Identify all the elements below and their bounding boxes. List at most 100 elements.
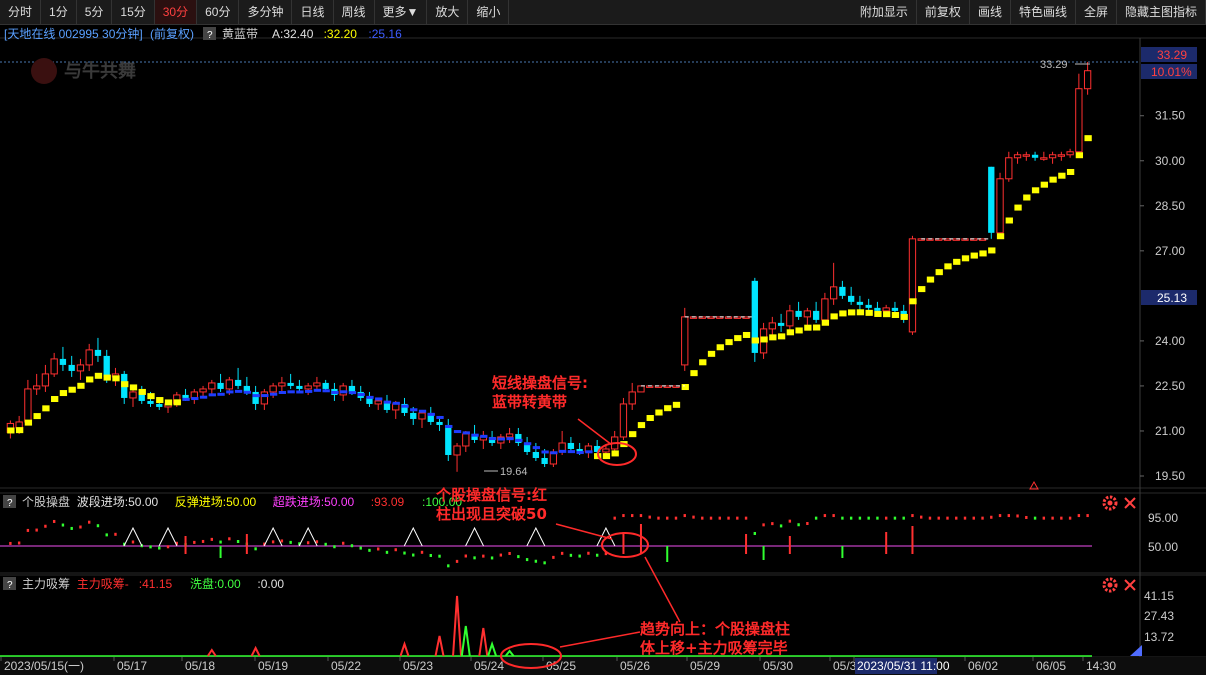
period-tab[interactable]: 多分钟 xyxy=(239,0,293,24)
close-icon[interactable] xyxy=(1124,497,1136,509)
band-block-yellow xyxy=(944,263,952,270)
band-block-yellow xyxy=(926,276,935,283)
band-block-blue xyxy=(532,446,541,450)
panel-name: 主力吸筹 xyxy=(22,577,70,591)
candle-body-up xyxy=(768,322,776,330)
operate-dot xyxy=(79,525,82,529)
operate-dot xyxy=(201,539,205,543)
operate-bar-red xyxy=(788,536,791,554)
candle-body-up xyxy=(803,310,812,318)
band-block-blue xyxy=(191,397,199,401)
operate-dot xyxy=(701,516,704,520)
high-price-label: 33.29 xyxy=(1040,59,1068,71)
operate-dot xyxy=(928,516,932,520)
entry-triangle-icon xyxy=(465,526,485,547)
operate-bar-red xyxy=(184,536,187,554)
operate-bar-red xyxy=(745,534,748,554)
band-block-yellow xyxy=(672,401,681,408)
period-tab[interactable]: 1分 xyxy=(41,0,77,24)
period-tab[interactable]: 放大 xyxy=(427,0,469,24)
candle-body-down xyxy=(567,442,575,449)
band-block-yellow xyxy=(1031,187,1040,194)
candle-body-down xyxy=(252,391,259,404)
price-tick-label: 19.50 xyxy=(1155,469,1185,483)
candle-body-up xyxy=(225,379,233,390)
operate-dot xyxy=(420,550,424,554)
operate-dot xyxy=(166,545,170,549)
operate-dot xyxy=(709,516,713,520)
band-block-yellow xyxy=(707,350,716,357)
gear-icon[interactable] xyxy=(1102,577,1118,593)
band-block-blue xyxy=(541,450,549,454)
operate-dot xyxy=(1068,516,1072,520)
operate-dot xyxy=(841,516,844,520)
indicator-value: :32.20 xyxy=(324,27,358,41)
candle-body-up xyxy=(821,298,829,321)
candle-body-down xyxy=(436,421,443,425)
band-block-blue xyxy=(243,390,251,394)
toolbar-button[interactable]: 全屏 xyxy=(1076,0,1117,24)
band-block-blue xyxy=(252,394,260,398)
close-icon[interactable] xyxy=(1124,579,1136,591)
gear-icon[interactable] xyxy=(1102,495,1118,511)
band-block-blue xyxy=(296,390,304,394)
candle-body-up xyxy=(882,307,890,312)
annotation-line: 短线操盘信号: xyxy=(492,374,588,392)
period-tab[interactable]: 日线 xyxy=(292,0,334,24)
operate-dot xyxy=(429,553,432,557)
band-block-blue xyxy=(313,388,322,392)
toolbar-button[interactable]: 画线 xyxy=(970,0,1011,24)
operate-dot xyxy=(823,514,827,518)
toolbar-button[interactable]: 特色画线 xyxy=(1011,0,1076,24)
band-block-blue xyxy=(375,397,383,401)
date-label: 05/3 xyxy=(833,659,857,673)
band-block-blue xyxy=(383,400,392,404)
period-tab[interactable]: 60分 xyxy=(197,0,240,24)
band-block-yellow xyxy=(786,329,794,336)
toolbar-button[interactable]: 附加显示 xyxy=(852,0,917,24)
panel-value: 反弹进场:50.00 xyxy=(175,495,257,509)
operate-dot xyxy=(937,516,940,520)
operate-dot xyxy=(666,516,669,520)
candle-body-down xyxy=(287,382,294,386)
operate-dot xyxy=(806,522,809,526)
period-tab[interactable]: 5分 xyxy=(77,0,113,24)
band-block-blue xyxy=(497,437,505,441)
operate-dot xyxy=(105,533,108,537)
band-block-blue xyxy=(278,391,287,395)
period-tab[interactable]: 缩小 xyxy=(468,0,510,24)
candle-body-up xyxy=(199,388,207,393)
operate-dot xyxy=(981,516,984,520)
toolbar-button[interactable]: 隐藏主图指标 xyxy=(1117,0,1206,24)
period-tab[interactable]: 30分 xyxy=(154,0,198,24)
callout-arrow xyxy=(644,556,681,623)
entry-triangle-icon xyxy=(158,526,178,547)
period-tab[interactable]: 更多▼ xyxy=(375,0,428,24)
operate-dot xyxy=(508,551,511,555)
band-block-yellow xyxy=(1066,168,1075,175)
band-block-yellow xyxy=(830,313,838,320)
operate-dot xyxy=(552,555,555,559)
band-block-yellow xyxy=(769,334,777,341)
candle-body-up xyxy=(1040,157,1048,160)
washout-spike-green xyxy=(460,625,471,657)
period-tab[interactable]: 周线 xyxy=(334,0,375,24)
period-tab[interactable]: 分时 xyxy=(0,0,42,24)
candle-body-up xyxy=(304,385,312,390)
operate-dot xyxy=(17,541,21,545)
accumulate-spike-red xyxy=(399,640,410,657)
band-block-yellow xyxy=(121,381,129,388)
operate-dot xyxy=(271,540,275,544)
band-block-yellow xyxy=(1014,204,1022,211)
candle-body-up xyxy=(208,382,216,390)
operate-dot xyxy=(622,514,625,518)
operate-bar-green xyxy=(762,546,765,560)
period-tab[interactable]: 15分 xyxy=(112,0,155,24)
band-block-yellow xyxy=(699,359,707,366)
candle-body-down xyxy=(874,307,881,311)
operate-dot xyxy=(587,551,590,555)
band-block-yellow xyxy=(716,344,724,351)
toolbar-button[interactable]: 前复权 xyxy=(917,0,970,24)
band-block-yellow xyxy=(59,390,68,397)
